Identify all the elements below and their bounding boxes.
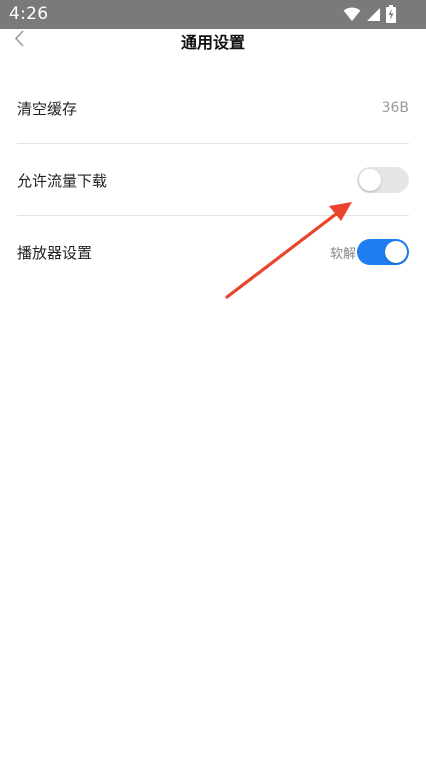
player-settings-controls: 软解 [330, 239, 409, 265]
soft-decode-toggle[interactable] [357, 239, 409, 265]
toggle-knob [385, 241, 407, 263]
allow-data-download-row: 允许流量下载 [17, 144, 409, 216]
page-title: 通用设置 [180, 33, 245, 52]
header: 通用设置 [0, 29, 426, 55]
soft-decode-label: 软解 [329, 246, 356, 262]
cellular-icon [367, 7, 380, 21]
status-time: 4:26 [9, 4, 49, 24]
clear-cache-label: 清空缓存 [17, 99, 78, 118]
battery-charging-icon [386, 5, 396, 23]
cache-size-value: 36B [381, 100, 409, 116]
status-icons [343, 5, 396, 23]
player-settings-row: 播放器设置 软解 [17, 216, 409, 288]
status-bar: 4:26 [0, 0, 426, 29]
toggle-knob [359, 169, 381, 191]
allow-data-download-label: 允许流量下载 [17, 171, 108, 190]
allow-data-download-toggle[interactable] [357, 167, 409, 193]
clear-cache-row[interactable]: 清空缓存 36B [17, 72, 409, 144]
player-settings-label: 播放器设置 [17, 243, 93, 262]
wifi-icon [343, 7, 361, 21]
